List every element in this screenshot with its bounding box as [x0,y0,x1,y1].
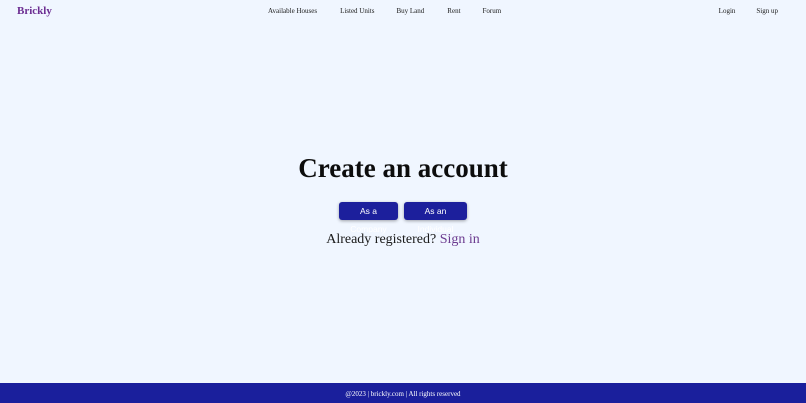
navbar: Brickly Available Houses Listed Units Bu… [0,0,806,22]
signin-link[interactable]: Sign in [440,232,480,247]
nav-listed-units[interactable]: Listed Units [340,7,374,15]
account-type-buttons: As a Company As an Individual [0,202,806,234]
nav-available-houses[interactable]: Available Houses [268,7,317,15]
login-link[interactable]: Login [719,7,736,15]
as-individual-button[interactable]: As an Individual [404,202,467,234]
page: Brickly Available Houses Listed Units Bu… [0,0,806,403]
auth-links: Login Sign up [719,7,778,15]
signup-link[interactable]: Sign up [756,7,778,15]
signin-prompt-row: Already registered? Sign in [0,232,806,248]
footer: @2023 | brickly.com | All rights reserve… [0,383,806,403]
as-company-button[interactable]: As a Company [339,202,398,234]
main-content: Create an account As a Company As an Ind… [0,150,806,248]
nav-buy-land[interactable]: Buy Land [396,7,424,15]
signin-prompt-text: Already registered? [326,232,440,247]
footer-copyright: @2023 | brickly.com | All rights reserve… [345,390,461,398]
nav-rent[interactable]: Rent [447,7,460,15]
nav-forum[interactable]: Forum [483,7,502,15]
page-title: Create an account [298,153,508,183]
main-nav: Available Houses Listed Units Buy Land R… [268,7,501,15]
brand-logo[interactable]: Brickly [17,5,52,17]
